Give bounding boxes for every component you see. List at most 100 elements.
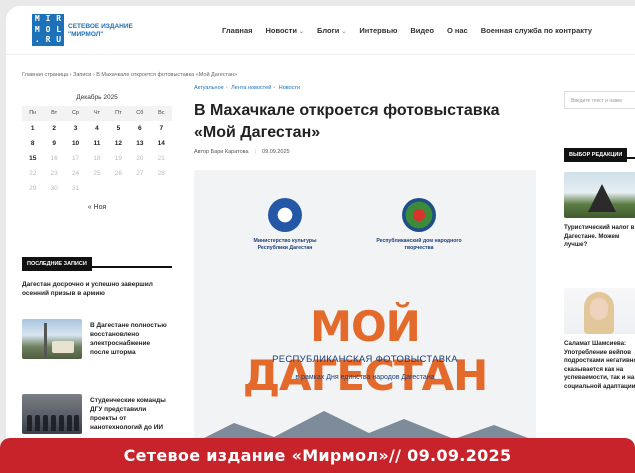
editors-choice-heading: ВЫБОР РЕДАКЦИИ (564, 143, 635, 162)
logo-letter: U (56, 35, 62, 45)
calendar-day[interactable]: 8 (22, 136, 43, 151)
calendar-weekday: Вс (150, 106, 172, 121)
editors-choice-link[interactable]: Саламат Шамсиева: Употребление вейпов по… (564, 340, 635, 391)
recent-post-thumbnail[interactable] (22, 319, 82, 359)
calendar-day (129, 181, 150, 196)
breadcrumb[interactable]: Главная страница › Записи › В Махачкале … (22, 72, 237, 78)
calendar-day[interactable]: 13 (129, 136, 150, 151)
calendar-weekday: Сб (129, 106, 151, 121)
org-label: Республиканский дом народного творчества (376, 238, 462, 251)
calendar-day[interactable]: 1 (22, 121, 43, 136)
calendar-day[interactable]: 11 (86, 136, 107, 151)
tag-link[interactable]: Новости (279, 85, 300, 91)
calendar-day[interactable]: 10 (65, 136, 86, 151)
poster-subtitle: РЕСПУБЛИКАНСКАЯ ФОТОВЫСТАВКА (272, 354, 458, 365)
logo-letter: M (34, 14, 40, 23)
site-name-line2: "МИРМОЛ" (68, 31, 104, 38)
editors-choice-thumbnail[interactable] (564, 288, 635, 334)
eagle-emblem-icon (268, 198, 302, 232)
article-tags: Актуальное • Лента новостей • Новости (194, 85, 301, 91)
calendar-day: 28 (157, 170, 165, 177)
logo-letter: . (34, 35, 40, 45)
calendar-day: 21 (157, 155, 165, 162)
calendar-day: 24 (71, 170, 80, 177)
nav-item-news[interactable]: Новости ⌄ (266, 26, 304, 35)
calendar-widget: Декабрь 2025 Пн Вт Ср Чт Пт Сб Вс 1 2 3 4 5 6 7 8 9 10 11… (22, 94, 172, 211)
site-logo[interactable]: M I R M O L . R U (32, 14, 64, 46)
calendar-day: 16 (50, 155, 58, 162)
site-name-line1: СЕТЕВОЕ ИЗДАНИЕ (68, 23, 133, 30)
nav-item-military-service[interactable]: Военная служба по контракту (481, 26, 592, 35)
tag-link[interactable]: Лента новостей (231, 85, 271, 91)
calendar-day[interactable]: 4 (86, 121, 107, 136)
calendar-weekday: Чт (86, 106, 108, 121)
org-label: Министерство культуры Республики Дагеста… (253, 238, 317, 251)
recent-post-link[interactable]: Студенческие команды ДГУ представили про… (90, 396, 170, 432)
caption-banner: Сетевое издание «Мирмол»// 09.09.2025 (0, 438, 635, 473)
calendar-day[interactable]: 9 (43, 136, 64, 151)
nav-item-home[interactable]: Главная (222, 26, 253, 35)
article-meta: Автор Бари Каратова | 09.09.2025 (194, 149, 290, 155)
calendar-day: 25 (93, 170, 101, 177)
article-date: 09.09.2025 (262, 149, 290, 155)
calendar-day[interactable]: 6 (129, 121, 150, 136)
nav-item-video[interactable]: Видео (410, 26, 434, 35)
logo-letter: R (56, 14, 62, 23)
article-author[interactable]: Автор Бари Каратова (194, 149, 249, 155)
calendar-day: 20 (136, 155, 144, 162)
calendar-day: 30 (50, 185, 58, 192)
calendar-day: 18 (93, 155, 101, 162)
calendar-day[interactable]: 14 (151, 136, 172, 151)
calendar-day: 26 (114, 170, 123, 177)
nav-item-interview[interactable]: Интервью (359, 26, 397, 35)
recent-post-thumbnail[interactable] (22, 394, 82, 434)
site-name[interactable]: СЕТЕВОЕ ИЗДАНИЕ "МИРМОЛ" (68, 23, 133, 39)
main-nav: Главная Новости ⌄ Блоги ⌄ Интервью Видео О… (222, 26, 592, 35)
logo-letter: L (56, 24, 62, 34)
ministry-emblem: Министерство культуры Республики Дагеста… (240, 198, 330, 251)
round-emblem-icon (402, 198, 436, 232)
calendar-day: 17 (71, 155, 80, 162)
calendar-day (108, 181, 129, 196)
calendar-day: 29 (29, 185, 37, 192)
chevron-down-icon: ⌄ (298, 29, 304, 35)
logo-letter: I (45, 14, 51, 23)
search-input[interactable]: Введите текст и нажм (564, 91, 635, 109)
calendar-day[interactable]: 2 (43, 121, 64, 136)
calendar-day (151, 181, 172, 196)
nav-item-about[interactable]: О нас (447, 26, 468, 35)
recent-post-link[interactable]: В Дагестане полностью восстановлено элек… (90, 321, 170, 357)
tag-link[interactable]: Актуальное (194, 85, 224, 91)
nav-item-blogs[interactable]: Блоги ⌄ (317, 26, 346, 35)
calendar-day (86, 181, 107, 196)
editors-choice-thumbnail[interactable] (564, 172, 635, 218)
page: M I R M O L . R U СЕТЕВОЕ ИЗДАНИЕ "МИРМО… (6, 6, 635, 473)
article-title: В Махачкале откроется фотовыставка «Мой … (194, 102, 500, 141)
logo-letter: R (45, 35, 51, 45)
calendar-day[interactable]: 15 (22, 151, 43, 166)
calendar-day[interactable]: 7 (151, 121, 172, 136)
site-header: M I R M O L . R U СЕТЕВОЕ ИЗДАНИЕ "МИРМО… (6, 6, 635, 55)
calendar-grid: Пн Вт Ср Чт Пт Сб Вс 1 2 3 4 5 6 7 8 9 10 11 12 13 14 15 16 17 1… (22, 106, 172, 196)
logo-letter: O (45, 24, 51, 34)
recent-posts-heading: ПОСЛЕДНИЕ ЗАПИСИ (22, 252, 172, 271)
chevron-down-icon: ⌄ (341, 29, 347, 35)
calendar-day[interactable]: 5 (108, 121, 129, 136)
calendar-prev-link[interactable]: « Ноя (22, 204, 172, 211)
calendar-weekday: Пт (107, 106, 130, 121)
calendar-day: 19 (114, 155, 123, 162)
logo-letter: M (34, 24, 40, 34)
calendar-day[interactable]: 3 (65, 121, 86, 136)
poster-title: МОЙ ДАГЕСТАН (242, 302, 489, 400)
calendar-day: 31 (71, 185, 80, 192)
editors-choice-link[interactable]: Туристический налог в Дагестане. Можем л… (564, 224, 635, 250)
calendar-day[interactable]: 12 (108, 136, 129, 151)
recent-post-link[interactable]: Дагестан досрочно и успешно завершил осе… (22, 280, 172, 298)
calendar-day: 22 (29, 170, 37, 177)
calendar-weekday: Вт (43, 106, 65, 121)
calendar-weekday: Пн (22, 106, 44, 121)
poster-tagline: в рамках Дня единства народов Дагестана (295, 374, 435, 381)
calendar-day: 27 (136, 170, 144, 177)
calendar-weekday: Ср (64, 106, 87, 121)
calendar-day: 23 (50, 170, 58, 177)
